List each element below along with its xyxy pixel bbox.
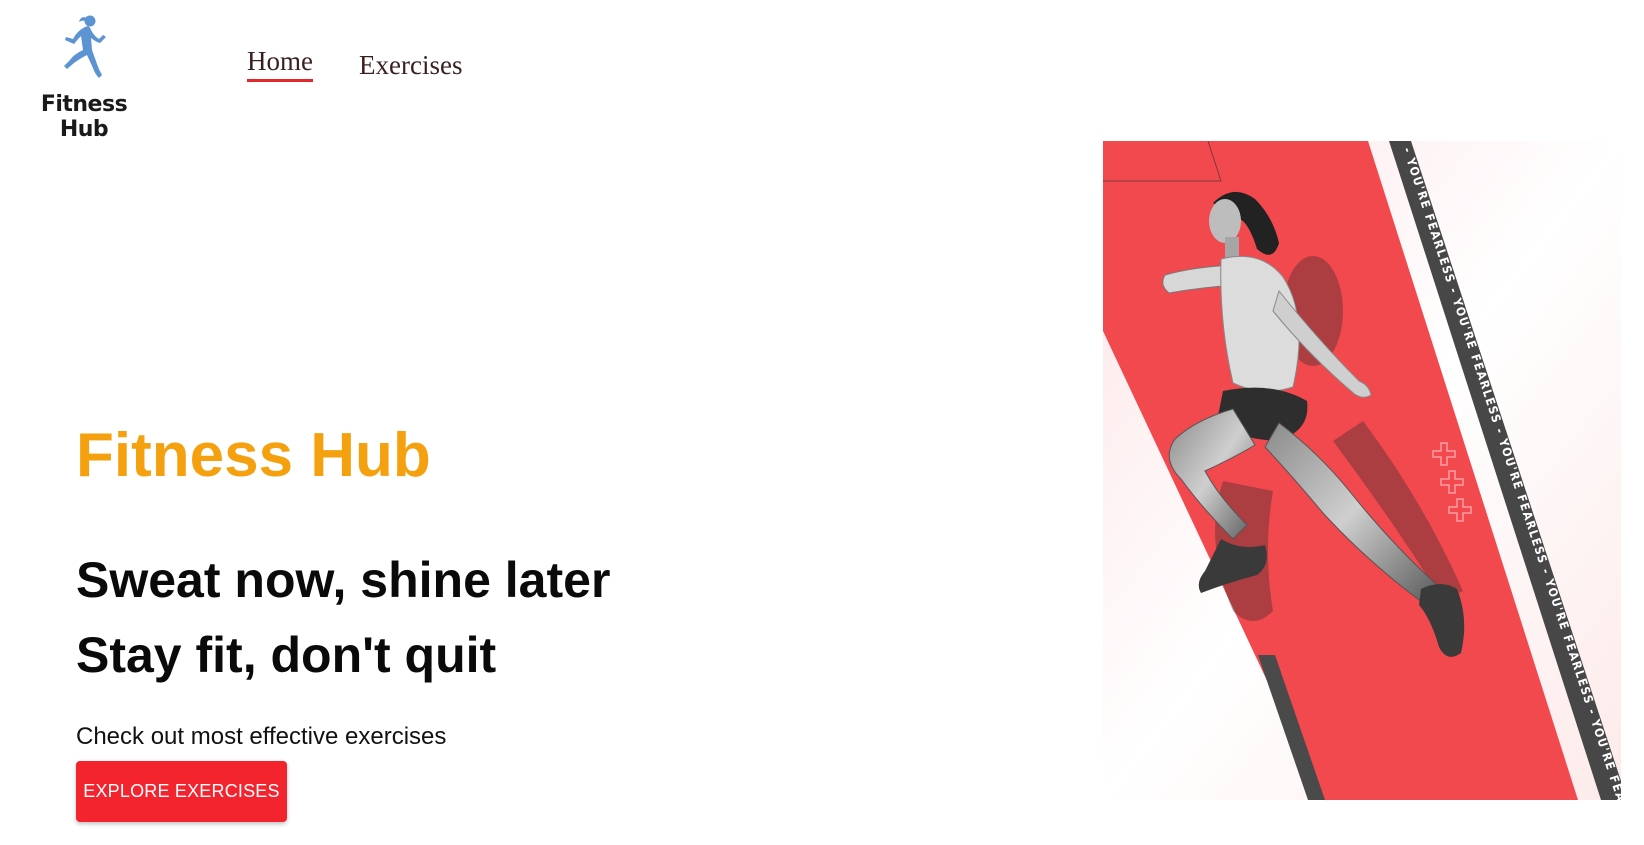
hero-banner-image: - YOU'RE FEARLESS - YOU'RE FEARLESS - YO… xyxy=(1103,141,1621,800)
nav-home-link[interactable]: Home xyxy=(247,46,313,82)
nav-exercises-link[interactable]: Exercises xyxy=(359,50,462,81)
hero-tagline-1: Sweat now, shine later xyxy=(76,552,611,608)
logo[interactable]: Fitness Hub xyxy=(14,8,154,142)
navbar: Fitness Hub Home Exercises xyxy=(0,0,1644,142)
banner-illustration: - YOU'RE FEARLESS - YOU'RE FEARLESS - YO… xyxy=(1103,141,1621,800)
running-woman-icon xyxy=(64,15,106,78)
hero-tagline-2: Stay fit, don't quit xyxy=(76,627,497,683)
explore-exercises-button[interactable]: EXPLORE EXERCISES xyxy=(76,761,287,822)
hero-subtext: Check out most effective exercises xyxy=(76,723,447,750)
logo-text: Fitness Hub xyxy=(40,92,128,142)
hero-title: Fitness Hub xyxy=(76,421,431,490)
